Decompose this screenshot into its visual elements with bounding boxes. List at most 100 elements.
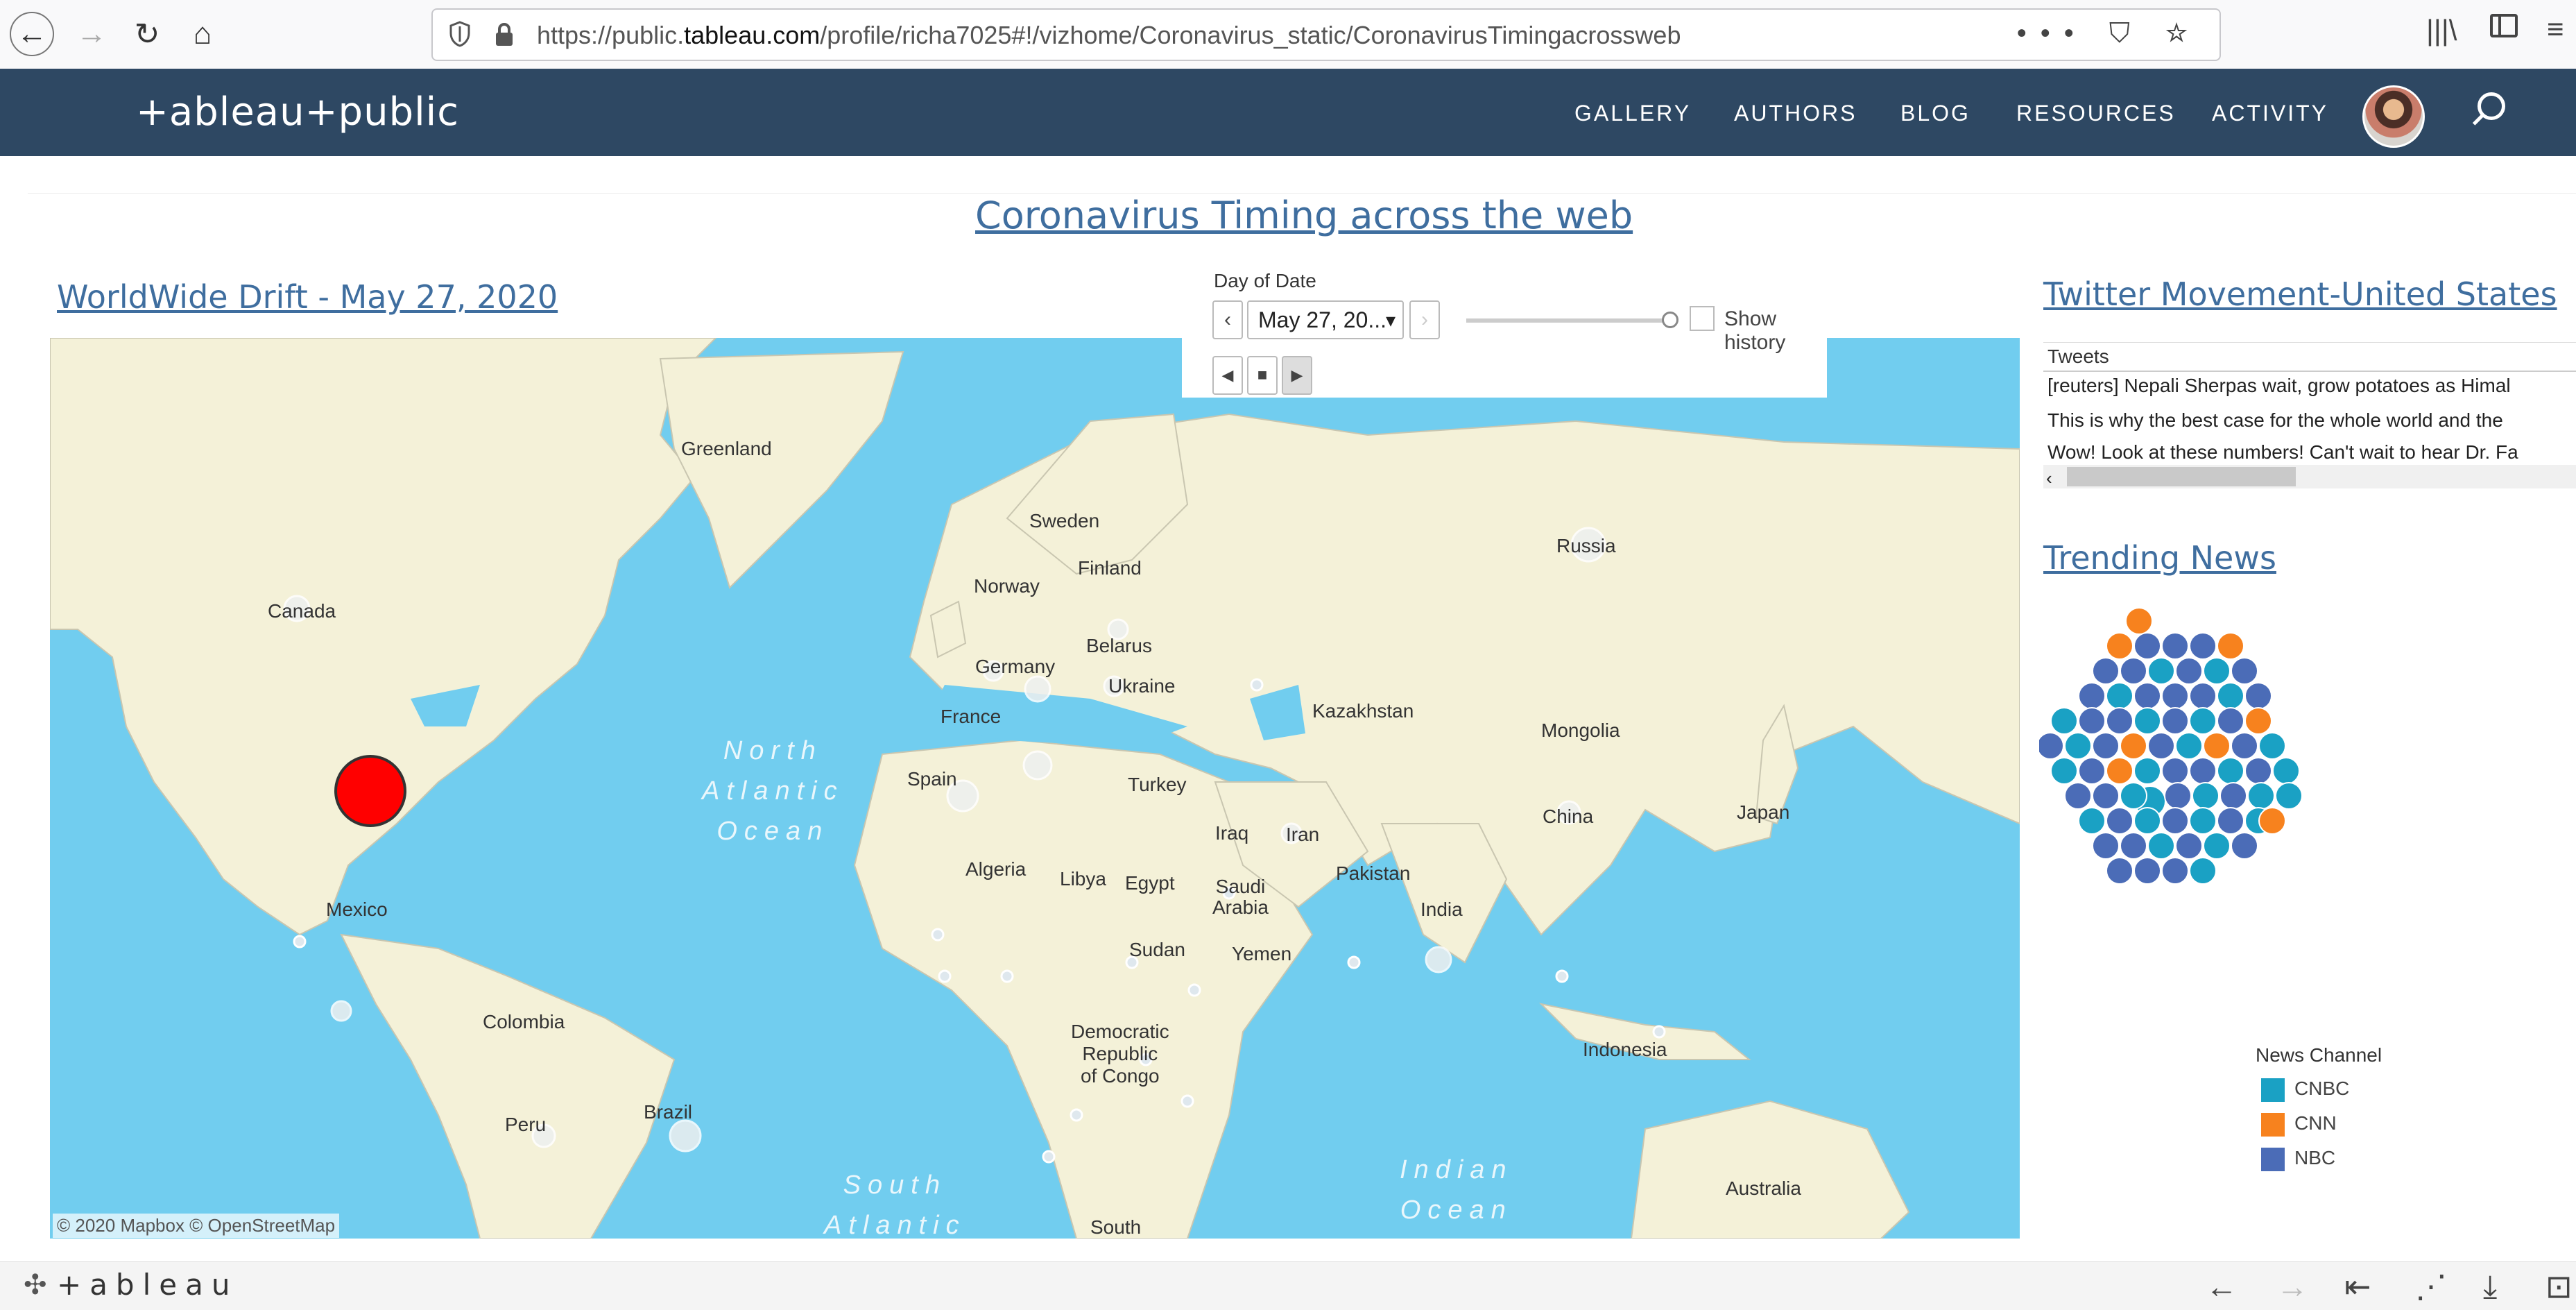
map-landmass xyxy=(50,338,2020,1239)
url-text: https://public.tableau.com/profile/richa… xyxy=(537,21,1681,49)
back-button[interactable]: ← xyxy=(10,12,54,56)
legend-item-cnn[interactable]: CNN xyxy=(2261,1112,2337,1137)
nav-gallery[interactable]: GALLERY xyxy=(1574,101,1691,126)
map-label: Brazil xyxy=(644,1101,693,1123)
undo-icon[interactable]: ← xyxy=(2206,1268,2238,1305)
fullscreen-icon[interactable]: ⊡ xyxy=(2545,1268,2573,1305)
ocean-label: North Atlantic Ocean xyxy=(702,736,844,846)
legend-label: CNN xyxy=(2294,1112,2337,1134)
map-label: Sudan xyxy=(1129,939,1185,960)
legend-swatch xyxy=(2261,1147,2285,1171)
usa-bubble[interactable] xyxy=(334,755,406,827)
shield-icon[interactable] xyxy=(449,21,470,47)
nav-resources[interactable]: RESOURCES xyxy=(2016,101,2176,126)
home-icon: ⌂ xyxy=(193,17,212,51)
tweet-row[interactable]: Wow! Look at these numbers! Can't wait t… xyxy=(2047,441,2518,463)
dashboard: Coronavirus Timing across the web WorldW… xyxy=(28,193,2576,1262)
page-actions[interactable]: ••• ⛉ ☆ xyxy=(2017,18,2201,49)
tweet-row[interactable]: This is why the best case for the whole … xyxy=(2047,409,2503,432)
scroll-left-icon[interactable]: ‹ xyxy=(2046,468,2052,489)
stop-button[interactable]: ■ xyxy=(1247,356,1278,395)
avatar[interactable] xyxy=(2362,85,2425,148)
forward-button[interactable]: → xyxy=(69,12,114,56)
sidebar-icon[interactable] xyxy=(2490,14,2518,37)
map-label: Belarus xyxy=(1086,635,1152,656)
nav-activity[interactable]: ACTIVITY xyxy=(2212,101,2328,126)
date-slider-handle[interactable] xyxy=(1662,312,1678,328)
address-bar[interactable]: https://public.tableau.com/profile/richa… xyxy=(431,8,2221,61)
date-slider-track[interactable] xyxy=(1466,318,1672,323)
twitter-title[interactable]: Twitter Movement-United States xyxy=(2043,275,2557,313)
nav-authors[interactable]: AUTHORS xyxy=(1734,101,1857,126)
map-label: Peru xyxy=(505,1114,547,1135)
map-label: Mongolia xyxy=(1541,720,1620,741)
map-label: Australia xyxy=(1726,1177,1801,1199)
map-label: Colombia xyxy=(483,1011,565,1032)
tableau-cross-icon: ✣ xyxy=(24,1270,47,1300)
next-date-button[interactable]: › xyxy=(1409,300,1440,339)
search-icon[interactable] xyxy=(2478,92,2505,120)
map-label: Indonesia xyxy=(1583,1039,1667,1060)
previous-date-button[interactable]: ‹ xyxy=(1212,300,1243,339)
map-label: Yemen xyxy=(1232,943,1292,964)
map-label: Algeria xyxy=(965,858,1027,880)
trending-bubble-chart[interactable] xyxy=(2039,579,2386,926)
nav-blog[interactable]: BLOG xyxy=(1900,101,1970,126)
map-label: Pakistan xyxy=(1336,862,1411,884)
map-label: Spain xyxy=(907,768,957,790)
arrow-left-icon: ← xyxy=(17,17,47,51)
menu-icon[interactable]: ≡ xyxy=(2547,12,2564,46)
legend-item-cnbc[interactable]: CNBC xyxy=(2261,1078,2349,1102)
map-label: Iran xyxy=(1286,824,1320,845)
chevron-right-icon: › xyxy=(1421,308,1428,331)
legend-title: News Channel xyxy=(2256,1044,2382,1066)
legend-swatch xyxy=(2261,1078,2285,1102)
map-attribution[interactable]: © 2020 Mapbox © OpenStreetMap xyxy=(53,1214,340,1238)
play-icon: ▶ xyxy=(1291,366,1303,384)
map-title[interactable]: WorldWide Drift - May 27, 2020 xyxy=(57,278,558,316)
tableau-public-logo[interactable]: +ableau+public xyxy=(136,90,459,135)
play-forward-button[interactable]: ▶ xyxy=(1282,356,1312,395)
map-label: Japan xyxy=(1737,801,1790,823)
browser-toolbar: ← → ↻ ⌂ https://public.tableau.com/profi… xyxy=(0,0,2576,69)
home-button[interactable]: ⌂ xyxy=(180,12,225,56)
trending-title[interactable]: Trending News xyxy=(2043,539,2276,577)
redo-icon[interactable]: → xyxy=(2276,1268,2308,1305)
date-filter-label: Day of Date xyxy=(1214,270,1316,291)
download-icon[interactable]: ⤓ xyxy=(2483,1268,2497,1307)
date-dropdown[interactable]: May 27, 20... xyxy=(1247,300,1404,339)
chevron-left-icon: ‹ xyxy=(1224,308,1231,331)
show-history-label: Show history xyxy=(1724,307,1786,354)
play-backward-button[interactable]: ◀ xyxy=(1212,356,1243,395)
map-label: Ukraine xyxy=(1108,675,1176,697)
map-label: Libya xyxy=(1060,868,1106,890)
page-title[interactable]: Coronavirus Timing across the web xyxy=(975,194,1633,237)
viz-toolbar: ✣ +ableau ← → ⇤ ⋰ ⤓ ⊡ xyxy=(0,1261,2576,1310)
map-label: Kazakhstan xyxy=(1312,700,1414,722)
legend-swatch xyxy=(2261,1112,2285,1137)
lock-icon[interactable] xyxy=(494,22,515,47)
show-history-checkbox[interactable] xyxy=(1690,306,1715,331)
tableau-logo[interactable]: +ableau xyxy=(57,1268,238,1302)
scrollbar-thumb[interactable] xyxy=(2067,467,2296,486)
map-label: Democratic Republic of Congo xyxy=(1071,1021,1169,1087)
map-label: Greenland xyxy=(681,438,772,459)
map-label: Finland xyxy=(1078,557,1142,579)
map-label: South xyxy=(1090,1216,1142,1238)
legend-label: NBC xyxy=(2294,1147,2336,1168)
revert-icon[interactable]: ⇤ xyxy=(2344,1268,2371,1305)
library-icon[interactable]: |||\ xyxy=(2426,14,2457,47)
ocean-label: Indian Ocean xyxy=(1400,1155,1513,1225)
legend-item-nbc[interactable]: NBC xyxy=(2261,1147,2335,1171)
map-label: China xyxy=(1543,806,1594,827)
horizontal-scrollbar[interactable]: ‹ › xyxy=(2043,465,2576,488)
play-backward-icon: ◀ xyxy=(1221,366,1234,384)
reload-button[interactable]: ↻ xyxy=(125,12,169,56)
reload-icon: ↻ xyxy=(134,17,160,51)
world-map[interactable]: Greenland Canada Mexico Colombia Brazil … xyxy=(50,338,2020,1239)
legend-label: CNBC xyxy=(2294,1078,2350,1099)
map-label: Iraq xyxy=(1215,822,1249,844)
map-label: Sweden xyxy=(1029,510,1100,531)
tweet-row[interactable]: [reuters] Nepali Sherpas wait, grow pota… xyxy=(2047,375,2511,397)
share-icon[interactable]: ⋰ xyxy=(2415,1268,2447,1305)
